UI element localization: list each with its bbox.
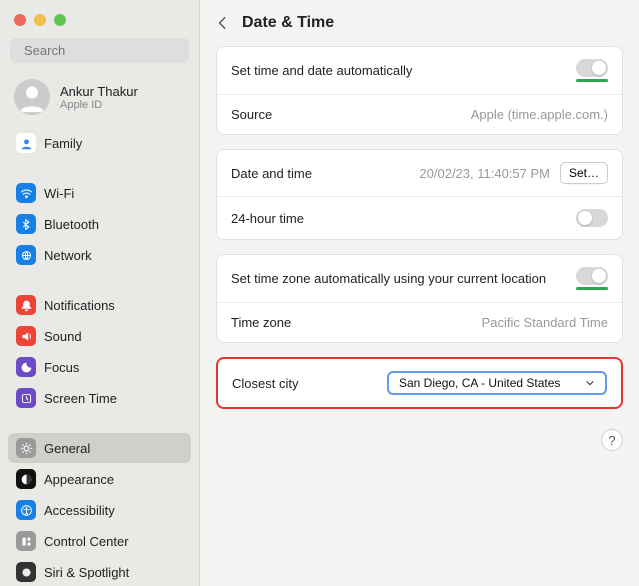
sidebar-item-label: Screen Time [44, 391, 117, 406]
panel-auto-time: Set time and date automatically Source A… [216, 46, 623, 135]
sound-icon [16, 326, 36, 346]
green-underline [576, 79, 608, 82]
sidebar-item-sound[interactable]: Sound [8, 321, 191, 351]
row-label: Source [231, 107, 272, 122]
sidebar-item-label: Siri & Spotlight [44, 565, 129, 580]
sidebar-item-focus[interactable]: Focus [8, 352, 191, 382]
help-button[interactable]: ? [601, 429, 623, 451]
sidebar-item-appearance[interactable]: Appearance [8, 464, 191, 494]
general-icon [16, 438, 36, 458]
sidebar-item-bluetooth[interactable]: Bluetooth [8, 209, 191, 239]
profile-name: Ankur Thakur [60, 84, 138, 99]
control-center-icon [16, 531, 36, 551]
sidebar-item-accessibility[interactable]: Accessibility [8, 495, 191, 525]
sidebar-item-general[interactable]: General [8, 433, 191, 463]
window-controls [0, 8, 199, 38]
panel-timezone: Set time zone automatically using your c… [216, 254, 623, 343]
sidebar-item-label: General [44, 441, 90, 456]
sidebar-item-control-center[interactable]: Control Center [8, 526, 191, 556]
sidebar-item-family[interactable]: Family [8, 128, 191, 158]
page-title: Date & Time [242, 14, 334, 32]
notifications-icon [16, 295, 36, 315]
row-label: Time zone [231, 315, 291, 330]
auto-timezone-toggle[interactable] [576, 267, 608, 285]
minimize-window[interactable] [34, 14, 46, 26]
sidebar-item-label: Network [44, 248, 92, 263]
apple-id-profile[interactable]: Ankur Thakur Apple ID [0, 71, 199, 125]
sidebar-item-label: Focus [44, 360, 79, 375]
sidebar-item-screen-time[interactable]: Screen Time [8, 383, 191, 413]
row-label: Set time and date automatically [231, 63, 412, 78]
closest-city-dropdown[interactable]: San Diego, CA - United States [387, 371, 607, 395]
datetime-value: 20/02/23, 11:40:57 PM [419, 166, 550, 181]
screen-time-icon [16, 388, 36, 408]
row-label: 24-hour time [231, 211, 304, 226]
sidebar-item-label: Accessibility [44, 503, 115, 518]
panel-datetime: Date and time 20/02/23, 11:40:57 PM Set…… [216, 149, 623, 240]
sidebar-item-notifications[interactable]: Notifications [8, 290, 191, 320]
accessibility-icon [16, 500, 36, 520]
content: Date & Time Set time and date automatica… [200, 0, 639, 586]
source-value: Apple (time.apple.com.) [471, 107, 608, 122]
avatar [14, 79, 50, 115]
wi-fi-icon [16, 183, 36, 203]
search-input[interactable] [24, 43, 200, 58]
sidebar-item-label: Appearance [44, 472, 114, 487]
sidebar-item-label: Control Center [44, 534, 129, 549]
appearance-icon [16, 469, 36, 489]
sidebar-item-label: Notifications [44, 298, 115, 313]
profile-sub: Apple ID [60, 99, 138, 111]
sidebar-item-label: Family [44, 136, 82, 151]
content-header: Date & Time [216, 14, 623, 32]
green-underline [576, 287, 608, 290]
siri-spotlight-icon [16, 562, 36, 582]
timezone-value: Pacific Standard Time [482, 315, 608, 330]
zoom-window[interactable] [54, 14, 66, 26]
sidebar-item-label: Bluetooth [44, 217, 99, 232]
search-field[interactable] [10, 38, 189, 63]
sidebar-item-network[interactable]: Network [8, 240, 191, 270]
sidebar-item-label: Sound [44, 329, 82, 344]
auto-time-toggle[interactable] [576, 59, 608, 77]
row-label: Date and time [231, 166, 312, 181]
row-label: Closest city [232, 376, 298, 391]
closest-city-value: San Diego, CA - United States [399, 376, 560, 390]
focus-icon [16, 357, 36, 377]
row-label: Set time zone automatically using your c… [231, 271, 546, 286]
sidebar-item-wi-fi[interactable]: Wi-Fi [8, 178, 191, 208]
sidebar-item-siri-spotlight[interactable]: Siri & Spotlight [8, 557, 191, 586]
family-icon [16, 133, 36, 153]
network-icon [16, 245, 36, 265]
bluetooth-icon [16, 214, 36, 234]
panel-closest-city-highlighted: Closest city San Diego, CA - United Stat… [216, 357, 623, 409]
close-window[interactable] [14, 14, 26, 26]
chevron-down-icon [585, 378, 595, 388]
sidebar-item-label: Wi-Fi [44, 186, 74, 201]
sidebar: Ankur Thakur Apple ID Family Wi-Fi Blueto… [0, 0, 200, 586]
back-icon[interactable] [216, 16, 230, 30]
set-button[interactable]: Set… [560, 162, 608, 184]
24h-toggle[interactable] [576, 209, 608, 227]
